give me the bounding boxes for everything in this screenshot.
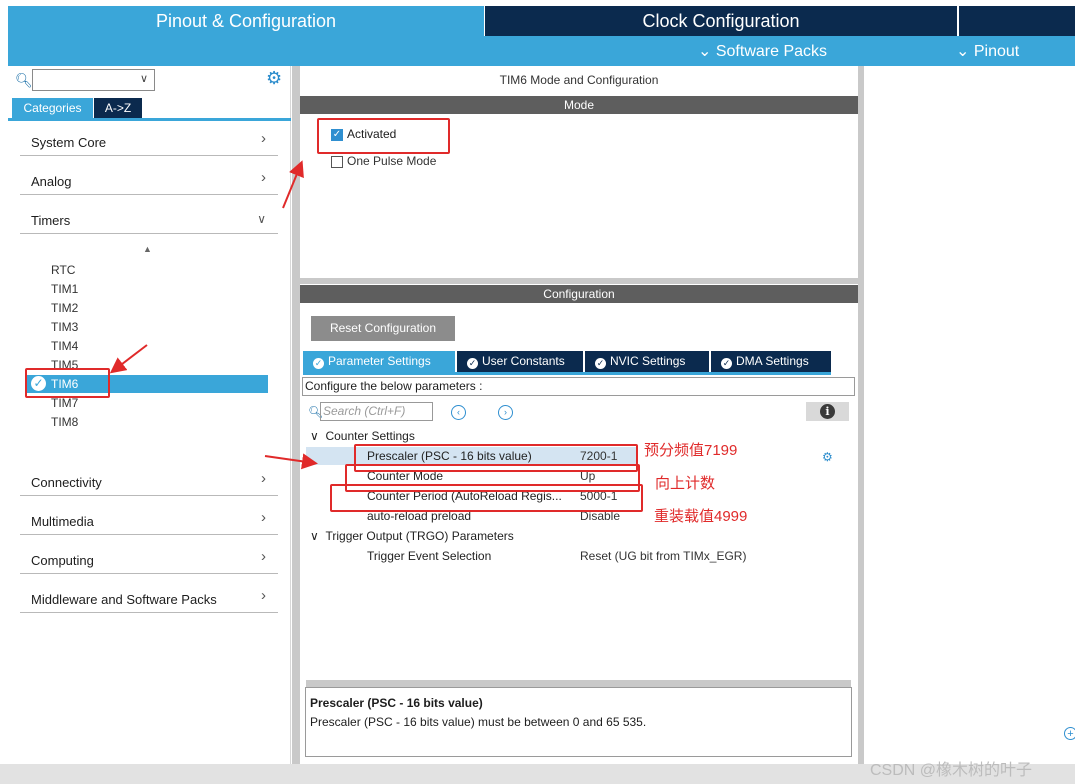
plus-icon[interactable]: +	[1064, 727, 1075, 740]
annotation-prescaler-note: 预分频值7199	[644, 442, 738, 459]
annotation-period-note: 重装载值4999	[654, 508, 748, 525]
arrow-to-activated	[282, 160, 304, 209]
annotation-mode-note: 向上计数	[655, 475, 716, 492]
annotation-arrows	[109, 160, 318, 470]
arrow-to-prescaler	[264, 453, 318, 470]
watermark: CSDN @橡木树的叶子	[870, 762, 1033, 779]
arrow-to-tim6	[109, 344, 148, 374]
